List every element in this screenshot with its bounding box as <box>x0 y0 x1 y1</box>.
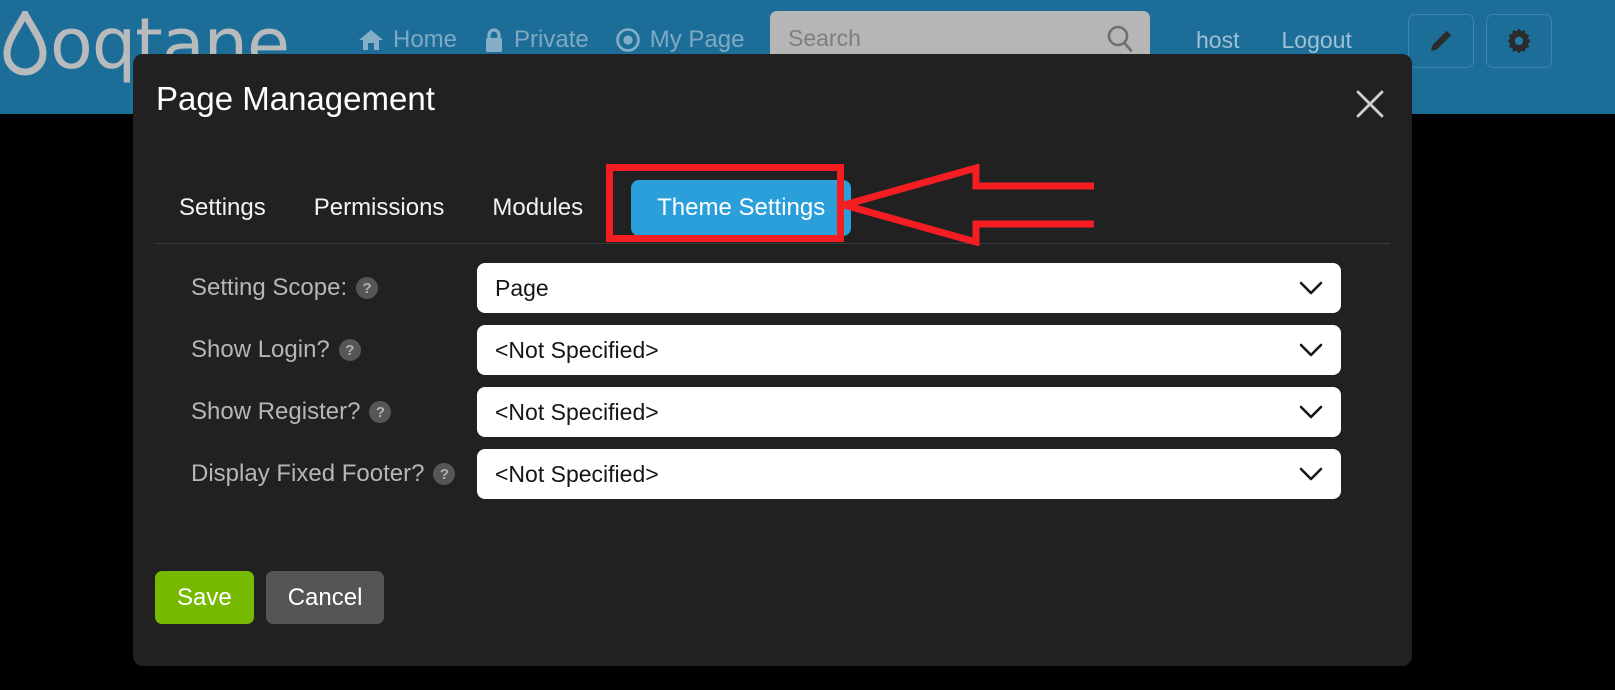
label-setting-scope: Setting Scope: ? <box>155 274 477 302</box>
select-show-login-value: <Not Specified> <box>495 336 659 363</box>
select-show-register-value: <Not Specified> <box>495 398 659 425</box>
nav-item-private[interactable]: Private <box>483 26 589 54</box>
page-root: oqtane Home Private My Page Search host … <box>0 0 1615 690</box>
water-drop-icon <box>3 11 47 76</box>
label-show-register: Show Register? ? <box>155 398 477 426</box>
form-row-setting-scope: Setting Scope: ? Page <box>155 259 1390 317</box>
label-show-login: Show Login? ? <box>155 336 477 364</box>
chevron-down-icon <box>1299 467 1323 481</box>
form-row-show-register: Show Register? ? <Not Specified> <box>155 383 1390 441</box>
chevron-down-icon <box>1299 281 1323 295</box>
help-circle-icon-setting-scope[interactable]: ? <box>356 277 379 299</box>
help-circle-icon-display-fixed-footer[interactable]: ? <box>433 463 456 485</box>
theme-settings-form: Setting Scope: ? Page Show Login? ? <Not… <box>155 259 1390 507</box>
label-setting-scope-text: Setting Scope: <box>191 274 348 301</box>
select-setting-scope-value: Page <box>495 274 549 301</box>
select-show-register[interactable]: <Not Specified> <box>477 387 1341 437</box>
nav-item-home-label: Home <box>393 26 458 53</box>
pencil-icon <box>1431 30 1452 51</box>
tab-settings[interactable]: Settings <box>155 195 290 220</box>
label-show-login-text: Show Login? <box>191 336 330 363</box>
logout-link[interactable]: Logout <box>1281 27 1351 54</box>
home-icon <box>359 30 383 50</box>
tab-theme-settings[interactable]: Theme Settings <box>631 179 852 236</box>
nav-item-private-label: Private <box>514 26 589 53</box>
user-area: host Logout <box>1196 27 1352 54</box>
edit-button[interactable] <box>1408 14 1474 68</box>
cancel-button[interactable]: Cancel <box>265 571 385 624</box>
modal-close-button[interactable] <box>1350 84 1390 124</box>
label-display-fixed-footer-text: Display Fixed Footer? <box>191 460 425 487</box>
form-row-show-login: Show Login? ? <Not Specified> <box>155 321 1390 379</box>
tab-modules[interactable]: Modules <box>468 195 607 220</box>
modal-title: Page Management <box>156 80 435 117</box>
settings-button[interactable] <box>1486 14 1552 68</box>
help-circle-icon-show-login[interactable]: ? <box>338 339 361 361</box>
user-name[interactable]: host <box>1196 27 1239 54</box>
label-display-fixed-footer: Display Fixed Footer? ? <box>155 460 477 488</box>
modal-footer: Save Cancel <box>155 571 385 624</box>
modal-tabs: Settings Permissions Modules Theme Setti… <box>155 172 1390 244</box>
nav-item-home[interactable]: Home <box>358 26 457 54</box>
chevron-down-icon <box>1299 405 1323 419</box>
nav-item-my-page-label: My Page <box>649 26 745 53</box>
label-show-register-text: Show Register? <box>191 398 361 425</box>
tab-permissions[interactable]: Permissions <box>290 195 469 220</box>
search-input[interactable] <box>784 25 1104 52</box>
select-display-fixed-footer-value: <Not Specified> <box>495 460 659 487</box>
select-show-login[interactable]: <Not Specified> <box>477 325 1341 375</box>
lock-icon <box>486 27 503 52</box>
chevron-down-icon <box>1299 343 1323 357</box>
help-circle-icon-show-register[interactable]: ? <box>369 401 392 423</box>
search-icon[interactable] <box>1104 23 1136 55</box>
header-actions <box>1408 14 1552 68</box>
target-icon <box>615 28 640 52</box>
close-icon <box>1356 90 1384 118</box>
select-display-fixed-footer[interactable]: <Not Specified> <box>477 449 1341 499</box>
form-row-display-fixed-footer: Display Fixed Footer? ? <Not Specified> <box>155 445 1390 503</box>
page-management-modal: Page Management Settings Permissions Mod… <box>133 54 1412 666</box>
select-setting-scope[interactable]: Page <box>477 263 1341 313</box>
gear-icon <box>1507 28 1531 54</box>
nav-item-my-page[interactable]: My Page <box>615 26 745 54</box>
save-button[interactable]: Save <box>155 571 254 624</box>
